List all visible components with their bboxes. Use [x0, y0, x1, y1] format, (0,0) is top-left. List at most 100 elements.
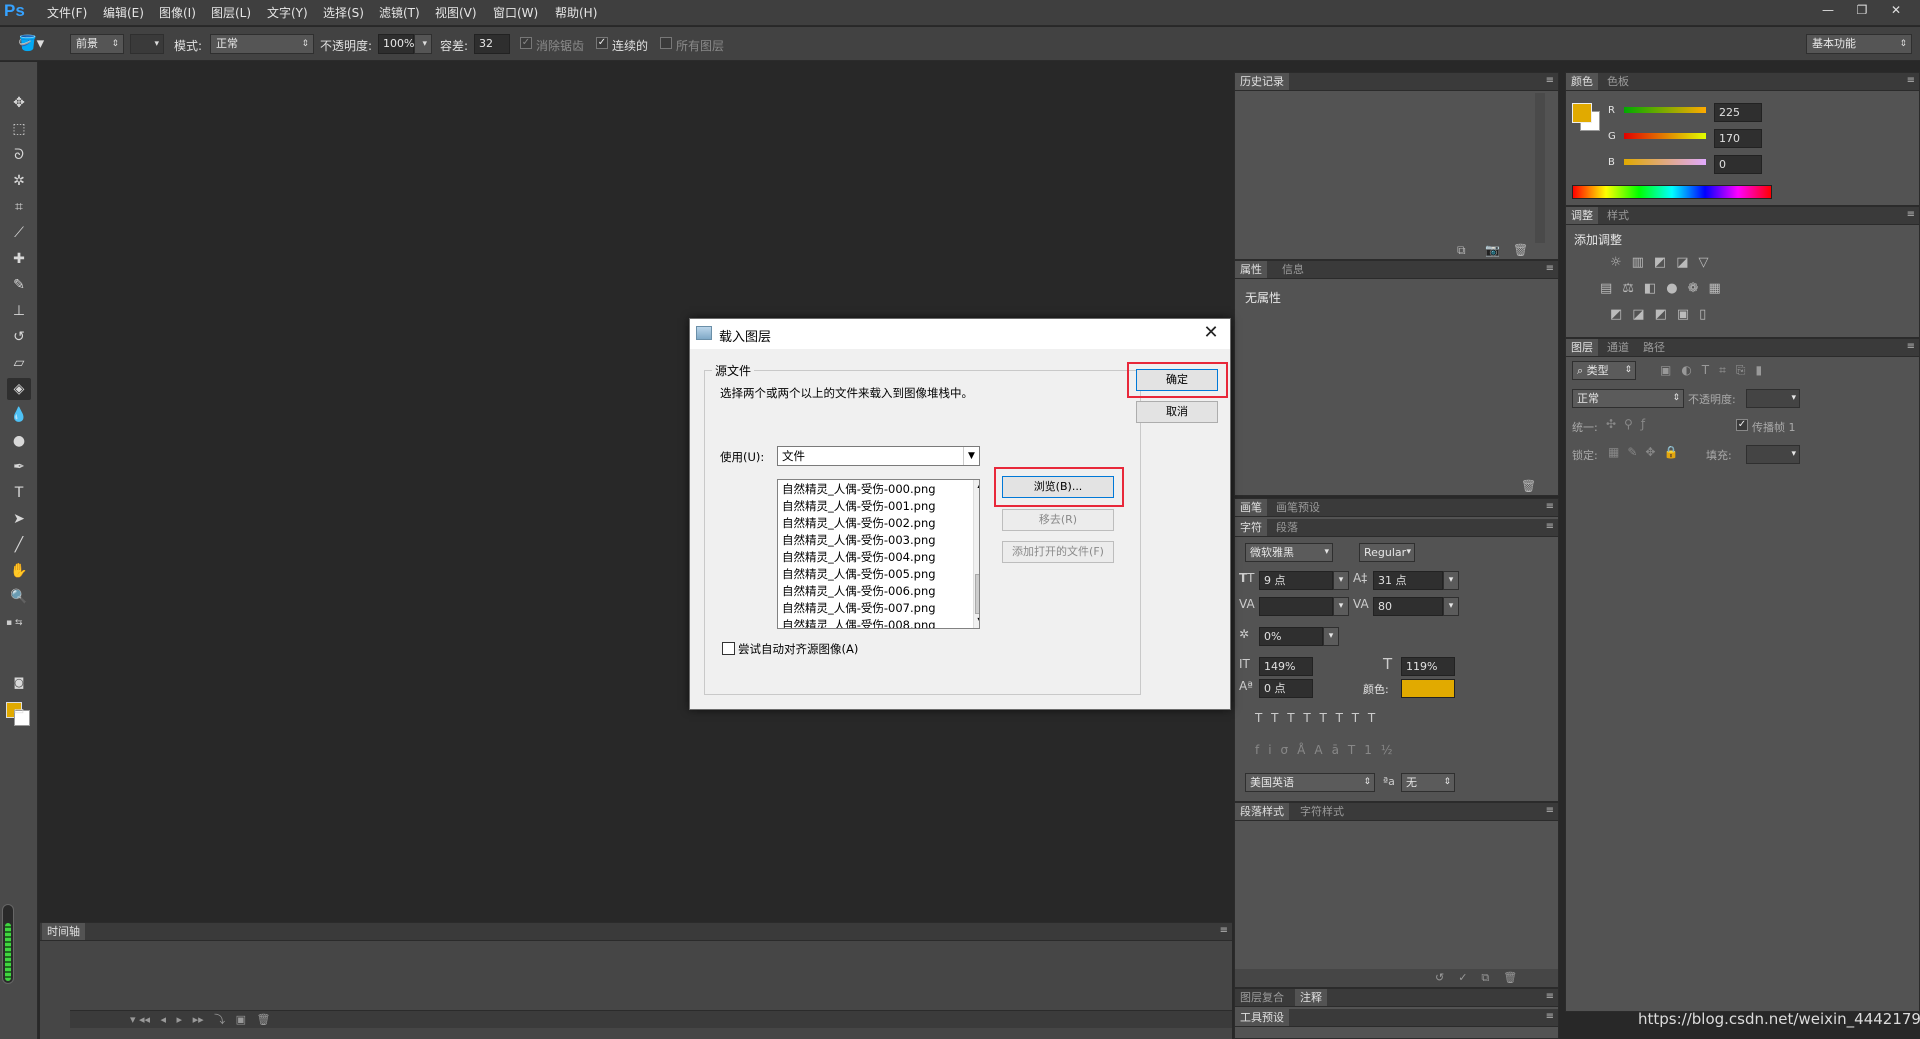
red-slider[interactable]: [1624, 107, 1706, 113]
green-input[interactable]: 170: [1714, 129, 1762, 148]
horizontal-scale-input[interactable]: 119%: [1401, 657, 1455, 676]
paint-bucket-tool-preset-icon[interactable]: 🪣▾: [18, 34, 54, 54]
remove-button[interactable]: 移去(R): [1002, 509, 1114, 531]
tab-brush-presets[interactable]: 画笔预设: [1271, 499, 1325, 516]
fill-source-dropdown[interactable]: 前景 ⇕: [70, 34, 124, 54]
lasso-tool-icon[interactable]: ᘐ: [7, 144, 31, 166]
opentype-buttons-icon[interactable]: fiσÅAāT1½: [1255, 743, 1535, 757]
font-size-input[interactable]: 9 点: [1259, 571, 1333, 590]
menu-filter[interactable]: 滤镜(T): [376, 4, 423, 22]
screen-mode-icon[interactable]: ▭: [7, 700, 31, 722]
tsume-input[interactable]: 0%: [1259, 627, 1323, 646]
delete-icon[interactable]: 🗑: [1513, 243, 1528, 257]
tab-character-styles[interactable]: 字符样式: [1295, 803, 1349, 820]
eyedropper-tool-icon[interactable]: ⟋: [7, 222, 31, 244]
propagate-frame-checkbox[interactable]: ✓: [1736, 419, 1748, 431]
kerning-dropdown-button[interactable]: ▾: [1333, 597, 1349, 616]
marquee-tool-icon[interactable]: ⬚: [7, 118, 31, 140]
opacity-dropdown-button[interactable]: ▾: [414, 34, 432, 54]
new-document-icon[interactable]: ⧉: [1457, 243, 1466, 258]
zoom-tool-icon[interactable]: 🔍: [7, 586, 31, 608]
delete-icon[interactable]: 🗑: [1521, 479, 1536, 493]
tab-paragraph-styles[interactable]: 段落样式: [1235, 803, 1289, 820]
menu-select[interactable]: 选择(S): [320, 4, 367, 22]
menu-type[interactable]: 文字(Y): [264, 4, 311, 22]
antialias-dropdown[interactable]: 无 ⇕: [1401, 773, 1455, 792]
tab-adjustments[interactable]: 调整: [1566, 207, 1598, 224]
panel-menu-icon[interactable]: ≡: [1546, 805, 1554, 816]
eraser-tool-icon[interactable]: ▱: [7, 352, 31, 374]
unify-icons[interactable]: ✣⚲ƒ: [1606, 417, 1653, 431]
font-family-dropdown[interactable]: 微软雅黑 ▾: [1245, 543, 1333, 562]
close-window-button[interactable]: ✕: [1880, 0, 1912, 20]
list-item[interactable]: 自然精灵_人偶-受伤-007.png: [782, 600, 936, 616]
adjustment-row2-icon[interactable]: ▤⚖◧●❁▦: [1600, 281, 1731, 296]
para-style-actions-icon[interactable]: ↺✓⧉🗑: [1235, 969, 1558, 987]
use-dropdown[interactable]: 文件 ▼: [777, 446, 980, 466]
tolerance-input[interactable]: 32: [474, 34, 510, 54]
path-selection-tool-icon[interactable]: ➤: [7, 508, 31, 530]
minimize-button[interactable]: —: [1812, 0, 1844, 20]
list-item[interactable]: 自然精灵_人偶-受伤-001.png: [782, 498, 936, 514]
tab-layers[interactable]: 图层: [1566, 339, 1598, 356]
move-tool-icon[interactable]: ✥: [7, 92, 31, 114]
text-color-swatch[interactable]: [1401, 679, 1455, 698]
blur-tool-icon[interactable]: 💧: [7, 404, 31, 426]
tsume-dropdown-button[interactable]: ▾: [1323, 627, 1339, 646]
healing-brush-tool-icon[interactable]: ✚: [7, 248, 31, 270]
auto-align-checkbox[interactable]: [722, 642, 735, 655]
mode-dropdown[interactable]: 正常 ⇕: [210, 34, 314, 54]
tab-brush[interactable]: 画笔: [1235, 499, 1267, 516]
all-layers-checkbox[interactable]: [660, 37, 672, 49]
font-size-dropdown-button[interactable]: ▾: [1333, 571, 1349, 590]
panel-menu-icon[interactable]: ≡: [1546, 75, 1554, 86]
tracking-dropdown-button[interactable]: ▾: [1443, 597, 1459, 616]
line-tool-icon[interactable]: ╱: [7, 534, 31, 556]
menu-layer[interactable]: 图层(L): [208, 4, 254, 22]
panel-menu-icon[interactable]: ≡: [1907, 75, 1915, 86]
list-item[interactable]: 自然精灵_人偶-受伤-006.png: [782, 583, 936, 599]
red-input[interactable]: 225: [1714, 103, 1762, 122]
paint-bucket-tool-icon[interactable]: ◈: [7, 378, 31, 400]
tab-layer-comps[interactable]: 图层复合: [1235, 989, 1289, 1006]
lock-icons[interactable]: ▦✎✥🔒: [1608, 445, 1686, 459]
add-open-files-button[interactable]: 添加打开的文件(F): [1002, 541, 1114, 563]
tab-swatches[interactable]: 色板: [1602, 73, 1634, 90]
cancel-button[interactable]: 取消: [1136, 401, 1218, 423]
tab-timeline[interactable]: 时间轴: [42, 923, 85, 940]
blue-slider[interactable]: [1624, 159, 1706, 165]
list-item[interactable]: 自然精灵_人偶-受伤-008.png: [782, 617, 936, 628]
history-brush-tool-icon[interactable]: ↺: [7, 326, 31, 348]
tab-character[interactable]: 字符: [1235, 519, 1267, 536]
crop-tool-icon[interactable]: ⌗: [7, 196, 31, 218]
layer-filter-icons[interactable]: ▣◐T⌗⎘▮: [1660, 363, 1772, 378]
foreground-color-swatch[interactable]: [1572, 103, 1592, 123]
pen-tool-icon[interactable]: ✒: [7, 456, 31, 478]
pattern-picker[interactable]: ▾: [130, 34, 164, 54]
blue-input[interactable]: 0: [1714, 155, 1762, 174]
list-item[interactable]: 自然精灵_人偶-受伤-003.png: [782, 532, 936, 548]
panel-menu-icon[interactable]: ≡: [1546, 991, 1554, 1002]
list-item[interactable]: 自然精灵_人偶-受伤-002.png: [782, 515, 936, 531]
tab-styles[interactable]: 样式: [1602, 207, 1634, 224]
brush-tool-icon[interactable]: ✎: [7, 274, 31, 296]
leading-dropdown-button[interactable]: ▾: [1443, 571, 1459, 590]
tab-paragraph[interactable]: 段落: [1271, 519, 1303, 536]
color-spectrum-bar[interactable]: [1572, 185, 1772, 199]
vertical-scale-input[interactable]: 149%: [1259, 657, 1313, 676]
close-icon[interactable]: ✕: [1198, 321, 1224, 345]
tab-paths[interactable]: 路径: [1638, 339, 1670, 356]
leading-input[interactable]: 31 点: [1373, 571, 1443, 590]
restore-button[interactable]: ❐: [1846, 0, 1878, 20]
ok-button[interactable]: 确定: [1136, 369, 1218, 391]
fill-dropdown[interactable]: ▾: [1746, 445, 1800, 464]
tab-info[interactable]: 信息: [1277, 261, 1309, 278]
panel-menu-icon[interactable]: ≡: [1546, 263, 1554, 274]
panel-menu-icon[interactable]: ≡: [1546, 1011, 1554, 1022]
workspace-dropdown[interactable]: 基本功能 ⇕: [1806, 34, 1912, 54]
layer-opacity-dropdown[interactable]: ▾: [1746, 389, 1800, 408]
first-frame-icon[interactable]: ▾ ◂◂ ◂ ▸ ▸▸ ⤵ ▣ 🗑: [130, 1013, 270, 1026]
panel-menu-icon[interactable]: ≡: [1546, 501, 1554, 512]
menu-image[interactable]: 图像(I): [156, 4, 199, 22]
antialias-checkbox[interactable]: ✓: [520, 37, 532, 49]
